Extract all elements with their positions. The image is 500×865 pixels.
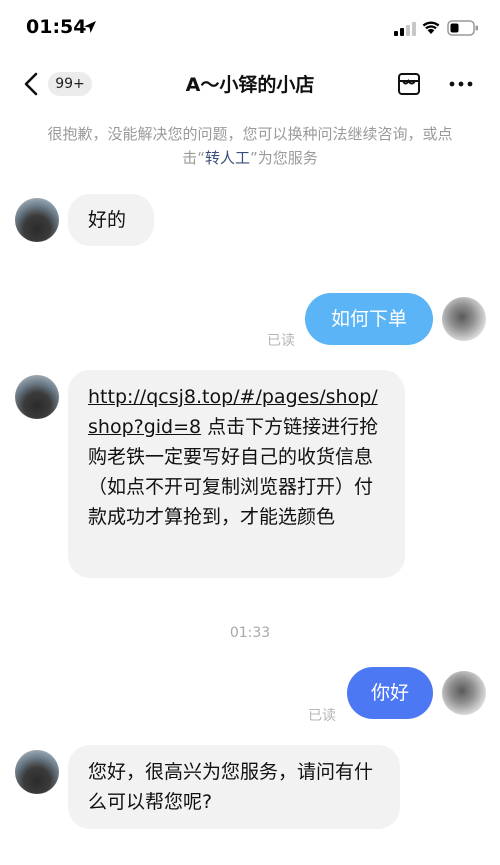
message-bubble: http://qcsj8.top/#/pages/shop/ shop?gid=… [68, 370, 405, 578]
battery-icon [447, 20, 478, 36]
shop-avatar[interactable] [15, 375, 59, 419]
message-bubble-self: 如何下单 [305, 293, 433, 345]
location-arrow-icon [84, 21, 96, 33]
message-timestamp: 01:33 [229, 625, 271, 641]
transfer-to-agent-link[interactable]: 转人工 [205, 149, 250, 167]
user-avatar[interactable] [442, 671, 486, 715]
chat-title: A～小铎的小店 [185, 74, 315, 96]
shop-avatar[interactable] [15, 750, 59, 794]
read-receipt: 已读 [308, 708, 336, 724]
message-bubble: 您好，很高兴为您服务，请问有什么可以帮您呢? [68, 745, 400, 829]
message-text: 如何下单 [330, 308, 407, 330]
notice-text-end: ”为您服务 [250, 149, 318, 167]
message-text: 您好，很高兴为您服务，请问有什么可以帮您呢? [88, 761, 374, 813]
message-bubble-self: 你好 [347, 667, 433, 719]
order-link-continued[interactable]: shop?gid=8 [88, 416, 201, 438]
message-bubble: 好的 [68, 194, 154, 246]
read-receipt: 已读 [267, 333, 295, 349]
cellular-signal-icon [394, 22, 416, 36]
shop-avatar[interactable] [15, 198, 59, 242]
message-text: 你好 [370, 682, 409, 704]
nav-bar: 99+ A～小铎的小店 [0, 58, 500, 110]
user-avatar[interactable] [442, 297, 486, 341]
system-notice: 很抱歉，没能解决您的问题，您可以换种问法继续咨询，或点击“转人工”为您服务 [40, 122, 460, 170]
more-options-icon[interactable] [449, 81, 473, 87]
wifi-icon [422, 21, 440, 34]
shop-icon[interactable] [396, 71, 422, 97]
order-link[interactable]: http://qcsj8.top/#/pages/shop/ [88, 386, 378, 408]
message-text: 好的 [88, 209, 127, 231]
status-bar: 01:54 [0, 0, 500, 58]
status-time: 01:54 [26, 16, 87, 38]
